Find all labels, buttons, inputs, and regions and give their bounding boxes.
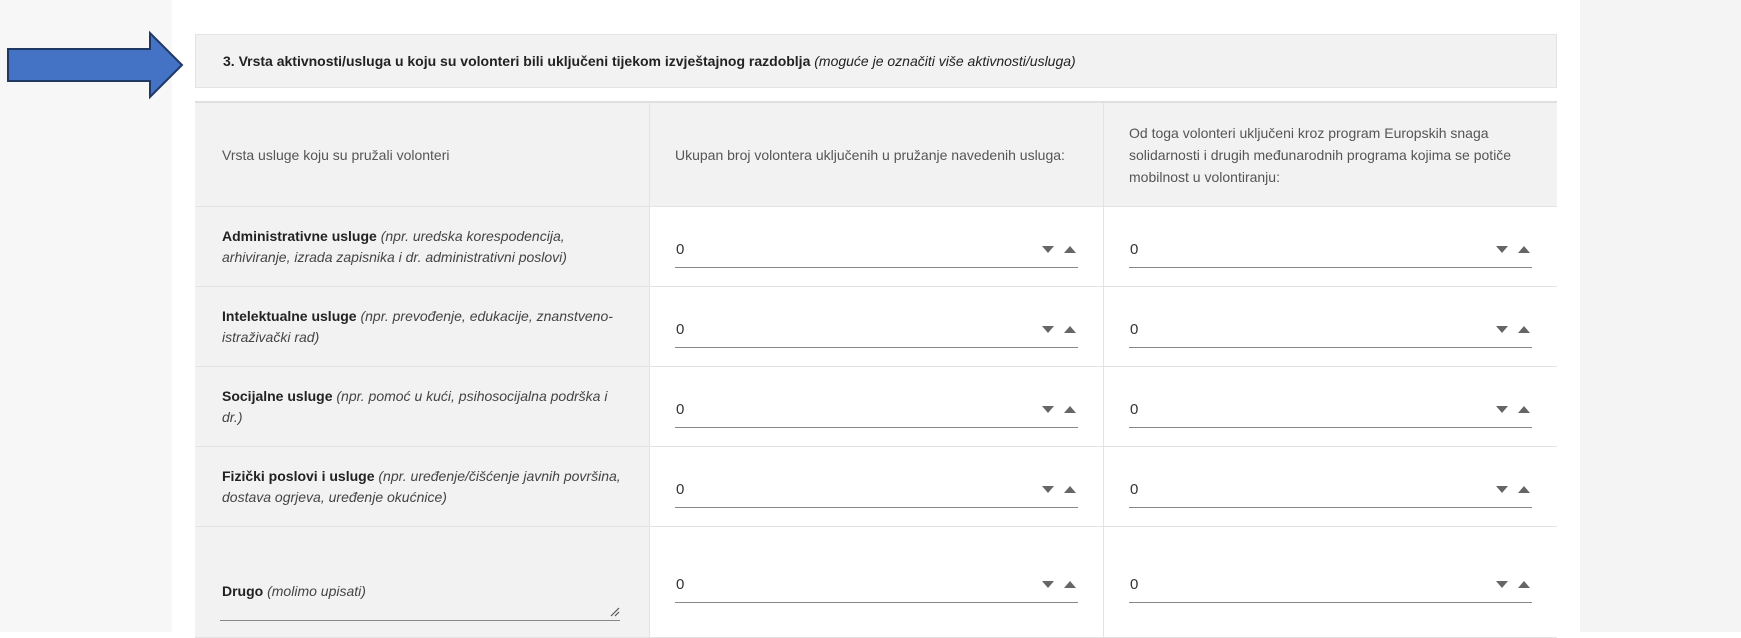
increment-icon[interactable] (1064, 245, 1076, 253)
row-title: Drugo (222, 582, 264, 599)
table-header-row: Vrsta usluge koju su pružali volonteri U… (195, 103, 1557, 207)
input-value: 0 (1130, 480, 1139, 498)
esc-volunteers-input[interactable]: 0 (1129, 232, 1532, 268)
header-total-volunteers: Ukupan broj volontera uključenih u pruža… (650, 103, 1104, 206)
input-value: 0 (676, 576, 685, 593)
total-volunteers-input[interactable]: 0 (675, 472, 1078, 508)
table-row: Administrativne usluge (npr. uredska kor… (195, 207, 1557, 287)
resize-grip-icon[interactable] (610, 607, 620, 617)
row-label: Administrativne usluge (npr. uredska kor… (195, 207, 650, 286)
section-hint: (moguće je označiti više aktivnosti/uslu… (814, 53, 1076, 69)
row-desc: (molimo upisati) (267, 582, 366, 599)
input-value: 0 (676, 320, 685, 338)
increment-icon[interactable] (1518, 485, 1530, 493)
decrement-icon[interactable] (1496, 485, 1508, 493)
row-label: Drugo (molimo upisati) (195, 527, 650, 637)
table-row: Intelektualne usluge (npr. prevođenje, e… (195, 287, 1557, 367)
table-row: Drugo (molimo upisati) 0 0 (195, 527, 1557, 638)
input-value: 0 (676, 400, 685, 418)
decrement-icon[interactable] (1042, 245, 1054, 253)
esc-volunteers-input[interactable]: 0 (1129, 567, 1532, 603)
input-value: 0 (1130, 576, 1139, 593)
row-title: Socijalne usluge (222, 387, 333, 404)
decrement-icon[interactable] (1496, 325, 1508, 333)
esc-volunteers-input[interactable]: 0 (1129, 392, 1532, 428)
header-service-type: Vrsta usluge koju su pružali volonteri (195, 103, 650, 206)
header-esc-volunteers: Od toga volonteri uključeni kroz program… (1104, 103, 1557, 206)
row-title: Administrativne usluge (222, 227, 377, 244)
decrement-icon[interactable] (1042, 325, 1054, 333)
input-value: 0 (1130, 320, 1139, 338)
decrement-icon[interactable] (1496, 405, 1508, 413)
section-header: 3. Vrsta aktivnosti/usluga u koju su vol… (195, 34, 1557, 88)
section-title: 3. Vrsta aktivnosti/usluga u koju su vol… (223, 53, 811, 69)
table-row: Socijalne usluge (npr. pomoć u kući, psi… (195, 367, 1557, 447)
increment-icon[interactable] (1518, 581, 1530, 588)
input-value: 0 (1130, 240, 1139, 258)
increment-icon[interactable] (1064, 581, 1076, 588)
row-title: Intelektualne usluge (222, 307, 357, 324)
input-value: 0 (676, 240, 685, 258)
decrement-icon[interactable] (1496, 581, 1508, 588)
input-value: 0 (676, 480, 685, 498)
increment-icon[interactable] (1064, 325, 1076, 333)
input-value: 0 (1130, 400, 1139, 418)
row-title: Fizički poslovi i usluge (222, 467, 375, 484)
services-table: Vrsta usluge koju su pružali volonteri U… (195, 101, 1557, 638)
increment-icon[interactable] (1064, 485, 1076, 493)
total-volunteers-input[interactable]: 0 (675, 392, 1078, 428)
table-row: Fizički poslovi i usluge (npr. uređenje/… (195, 447, 1557, 527)
increment-icon[interactable] (1518, 405, 1530, 413)
row-label: Socijalne usluge (npr. pomoć u kući, psi… (195, 367, 650, 446)
increment-icon[interactable] (1064, 405, 1076, 413)
decrement-icon[interactable] (1042, 405, 1054, 413)
increment-icon[interactable] (1518, 325, 1530, 333)
total-volunteers-input[interactable]: 0 (675, 312, 1078, 348)
right-panel (1580, 0, 1741, 632)
total-volunteers-input[interactable]: 0 (675, 567, 1078, 603)
increment-icon[interactable] (1518, 245, 1530, 253)
esc-volunteers-input[interactable]: 0 (1129, 312, 1532, 348)
row-label: Fizički poslovi i usluge (npr. uređenje/… (195, 447, 650, 526)
decrement-icon[interactable] (1496, 245, 1508, 253)
esc-volunteers-input[interactable]: 0 (1129, 472, 1532, 508)
decrement-icon[interactable] (1042, 485, 1054, 493)
other-service-textarea[interactable] (220, 619, 620, 621)
total-volunteers-input[interactable]: 0 (675, 232, 1078, 268)
annotation-arrow-icon (7, 30, 184, 100)
row-label: Intelektualne usluge (npr. prevođenje, e… (195, 287, 650, 366)
decrement-icon[interactable] (1042, 581, 1054, 588)
